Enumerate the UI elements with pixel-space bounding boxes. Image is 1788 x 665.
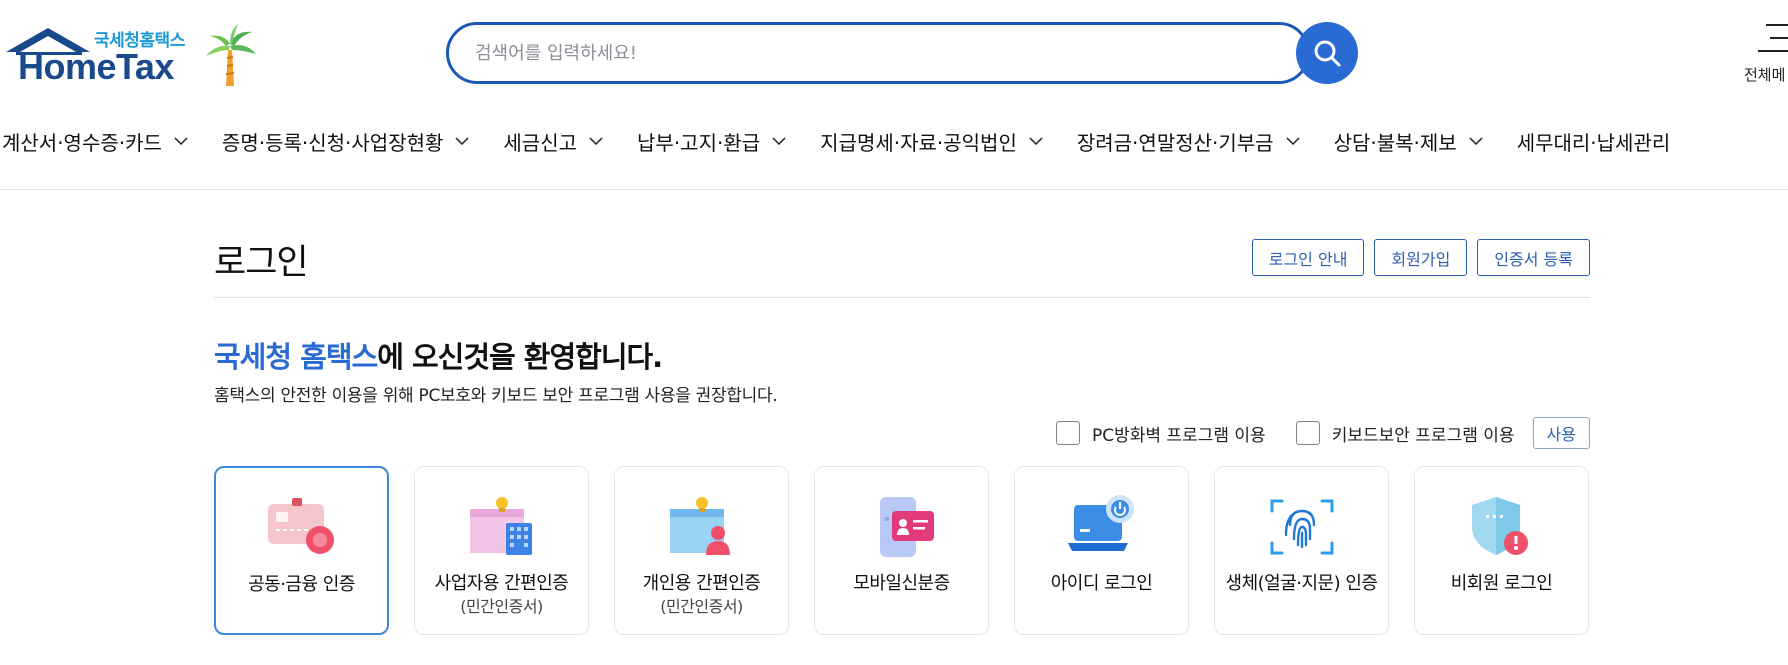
checkbox-box[interactable] <box>1295 421 1320 445</box>
card-sublabel: (민간인증서) <box>460 597 543 616</box>
logo-wordmark: HomeTax <box>18 46 174 87</box>
nav-item-certificate[interactable]: 증명·등록·신청·사업장현황 <box>222 127 469 156</box>
nav-item-label: 상담·불복·제보 <box>1333 130 1457 155</box>
chevron-down-icon <box>1029 136 1043 145</box>
chevron-down-icon <box>1469 136 1483 145</box>
card-sublabel: (민간인증서) <box>660 597 743 616</box>
nav-item-label: 장려금·연말정산·기부금 <box>1076 130 1274 155</box>
all-menu-label: 전체메 <box>1744 66 1786 84</box>
guest-shield-icon <box>1471 497 1528 555</box>
card-label: 아이디 로그인 <box>1050 573 1153 594</box>
search-input[interactable] <box>475 25 1255 81</box>
pc-firewall-checkbox[interactable]: PC방화벽 프로그램 이용 <box>1055 421 1266 446</box>
nav-item-consulting[interactable]: 상담·불복·제보 <box>1334 127 1483 156</box>
fingerprint-icon <box>1270 499 1333 555</box>
chevron-down-icon <box>174 136 188 145</box>
nav-item-label: 세금신고 <box>503 130 578 155</box>
business-building-icon <box>469 497 532 555</box>
nav-item-label: 납부·고지·환급 <box>637 130 761 155</box>
divider <box>214 297 1590 298</box>
site-header: 국세청홈택스 HomeTax 전체메 계산서·영수증·카드 증명·등록·신청·사… <box>0 0 1788 190</box>
page-title: 로그인 <box>214 243 309 283</box>
chevron-down-icon <box>455 136 469 145</box>
search-button[interactable] <box>1296 22 1358 84</box>
welcome-highlight: 국세청 홈택스 <box>214 340 378 374</box>
welcome-description: 홈택스의 안전한 이용을 위해 PC보호와 키보드 보안 프로그램 사용을 권장… <box>214 386 778 406</box>
nav-item-label: 지급명세·자료·공익법인 <box>820 130 1017 155</box>
search-box <box>446 22 1310 84</box>
chevron-down-icon <box>589 136 603 145</box>
welcome-heading: 국세청 홈택스에 오신것을 환영합니다. <box>214 334 663 376</box>
hamburger-icon <box>1758 24 1788 63</box>
mobile-id-icon <box>879 497 934 557</box>
login-guide-button[interactable]: 로그인 안내 <box>1251 239 1365 276</box>
nav-item-payment[interactable]: 납부·고지·환급 <box>637 127 786 156</box>
hometax-logo[interactable]: 국세청홈택스 HomeTax <box>4 22 256 88</box>
keyboard-security-label: 키보드보안 프로그램 이용 <box>1331 425 1515 446</box>
nav-item-invoice[interactable]: 계산서·영수증·카드 <box>2 127 188 156</box>
register-certificate-button[interactable]: 인증서 등록 <box>1477 239 1590 276</box>
chevron-down-icon <box>772 136 786 145</box>
card-label: 개인용 간편인증 <box>642 573 761 594</box>
nav-item-label: 계산서·영수증·카드 <box>2 130 162 155</box>
login-card-biometric[interactable]: 생체(얼굴·지문) 인증 <box>1214 466 1389 635</box>
welcome-text: 에 오신것을 환영합니다. <box>377 340 663 374</box>
certificate-card-icon <box>267 498 334 554</box>
main-navigation: 계산서·영수증·카드 증명·등록·신청·사업장현황 세금신고 납부·고지·환급 … <box>0 120 1704 162</box>
signup-button[interactable]: 회원가입 <box>1374 239 1468 276</box>
keyboard-security-checkbox[interactable]: 키보드보안 프로그램 이용 <box>1295 421 1515 446</box>
card-label: 공동·금융 인증 <box>248 574 355 595</box>
login-card-joint-certificate[interactable]: 공동·금융 인증 <box>214 466 389 635</box>
card-label: 모바일신분증 <box>853 573 950 594</box>
palm-tree-icon <box>206 24 256 86</box>
card-label: 비회원 로그인 <box>1450 573 1553 594</box>
login-method-list: 공동·금융 인증 사업자용 간편인증 (민간인증서) 개인용 간편인증 (민간인증서… <box>214 466 1589 635</box>
use-security-button[interactable]: 사용 <box>1532 417 1590 449</box>
login-card-mobile-id[interactable]: 모바일신분증 <box>814 466 989 635</box>
all-menu-button[interactable]: 전체메 <box>1740 20 1788 90</box>
checkbox-box[interactable] <box>1055 421 1080 445</box>
login-card-business-simple[interactable]: 사업자용 간편인증 (민간인증서) <box>414 466 589 635</box>
card-label: 사업자용 간편인증 <box>434 573 569 594</box>
login-card-personal-simple[interactable]: 개인용 간편인증 (민간인증서) <box>614 466 789 635</box>
chevron-down-icon <box>1286 136 1300 145</box>
login-card-guest[interactable]: 비회원 로그인 <box>1414 466 1589 635</box>
card-label: 생체(얼굴·지문) 인증 <box>1225 573 1378 594</box>
pc-firewall-label: PC방화벽 프로그램 이용 <box>1091 425 1266 446</box>
nav-item-label: 세무대리·납세관리 <box>1516 130 1671 155</box>
nav-item-tax-report[interactable]: 세금신고 <box>503 127 603 156</box>
nav-item-label: 증명·등록·신청·사업장현황 <box>221 130 444 155</box>
personal-user-icon <box>669 497 730 555</box>
login-top-buttons: 로그인 안내 회원가입 인증서 등록 <box>1251 239 1590 276</box>
nav-item-tax-agent[interactable]: 세무대리·납세관리 <box>1517 127 1671 156</box>
laptop-power-icon <box>1067 495 1134 551</box>
login-card-id-login[interactable]: 아이디 로그인 <box>1014 466 1189 635</box>
security-options: PC방화벽 프로그램 이용 키보드보안 프로그램 이용 사용 <box>1055 417 1590 449</box>
nav-item-incentives[interactable]: 장려금·연말정산·기부금 <box>1077 127 1300 156</box>
search-icon <box>1314 40 1341 67</box>
nav-item-statements[interactable]: 지급명세·자료·공익법인 <box>820 127 1043 156</box>
